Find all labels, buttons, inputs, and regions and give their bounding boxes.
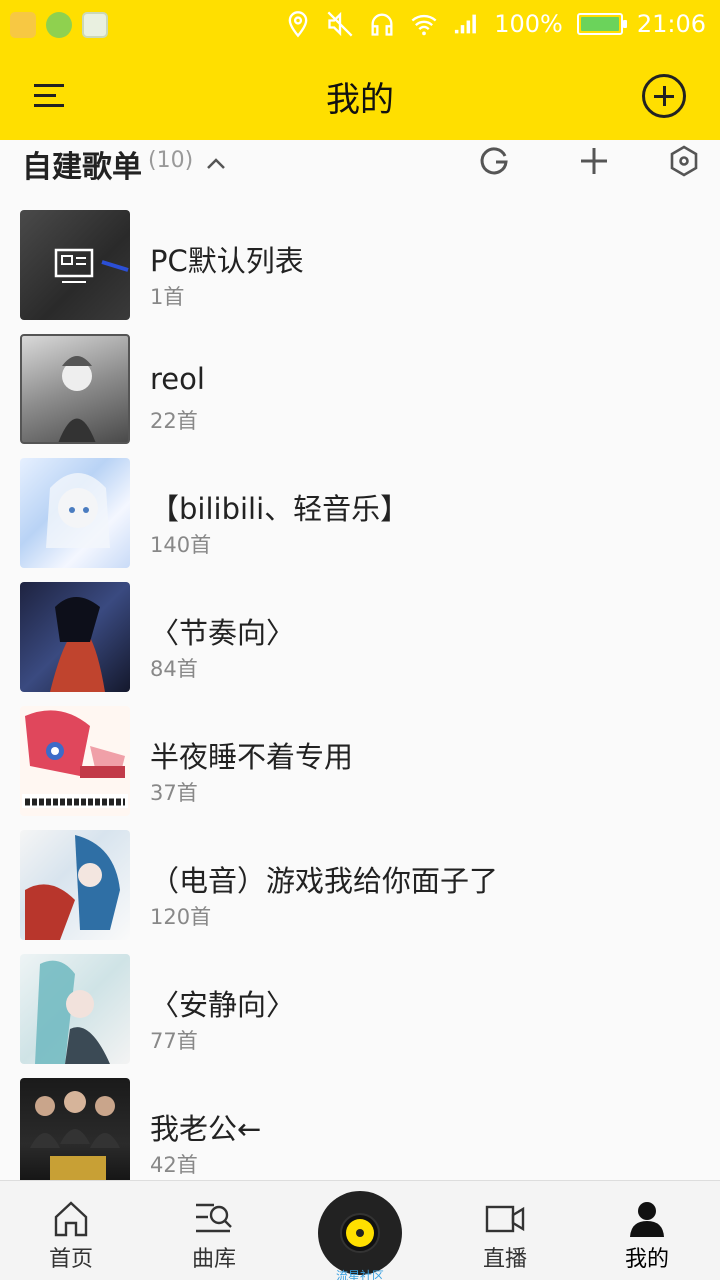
playlist-item[interactable]: 我老公← 42首 — [0, 1066, 720, 1190]
playlist-cover — [20, 954, 130, 1064]
wifi-icon — [411, 14, 437, 36]
mute-icon — [327, 11, 353, 37]
playlist-count: 37首 — [150, 781, 198, 805]
notification-app-icon — [82, 12, 108, 38]
nav-live-label: 直播 — [482, 1247, 527, 1272]
profile-icon — [630, 1202, 664, 1237]
playlist-cover — [20, 210, 130, 320]
playlist-count: 120首 — [150, 905, 212, 929]
page-title: 我的 — [326, 80, 394, 120]
playlist-count: 22首 — [150, 409, 198, 433]
video-camera-icon — [485, 1205, 525, 1233]
clock: 21:06 — [636, 10, 706, 38]
bottom-navigation: 首页 曲库 流星社区 直播 我的 — [0, 1180, 720, 1280]
playlist-name: PC默认列表 — [150, 244, 304, 278]
nav-home-label: 首页 — [48, 1247, 93, 1272]
playlist-count: 77首 — [150, 1029, 198, 1053]
settings-icon[interactable] — [667, 144, 701, 178]
playlist-name: 〈节奏向〉 — [150, 616, 296, 650]
playlist-item[interactable]: （电音）游戏我给你面子了 120首 — [0, 818, 720, 942]
playlist-item[interactable]: 半夜睡不着专用 37首 — [0, 694, 720, 818]
nav-library[interactable]: 曲库 — [159, 1181, 269, 1280]
playlist-item[interactable]: 〈节奏向〉 84首 — [0, 570, 720, 694]
notification-app-icon — [10, 12, 36, 38]
playlist-name: reol — [150, 362, 205, 396]
status-bar: 100% 21:06 — [0, 0, 720, 52]
section-count: (10) — [148, 148, 194, 173]
playlist-count: 84首 — [150, 657, 198, 681]
nav-live[interactable]: 直播 — [450, 1181, 560, 1280]
playlist-cover — [20, 1078, 130, 1188]
playlist-section-header: 自建歌单 (10) — [0, 140, 720, 190]
battery-icon — [576, 13, 627, 35]
location-icon — [288, 11, 308, 38]
nav-library-label: 曲库 — [191, 1247, 236, 1272]
notification-app-icon — [46, 12, 72, 38]
home-icon — [54, 1201, 88, 1237]
nav-home[interactable]: 首页 — [16, 1181, 126, 1280]
playlist-name: 【bilibili、轻音乐】 — [150, 492, 410, 526]
playlist-item[interactable]: 〈安静向〉 77首 — [0, 942, 720, 1066]
section-title: 自建歌单 — [22, 150, 142, 185]
anime-illustration-icon — [50, 597, 105, 692]
playlist-item[interactable]: PC默认列表 1首 — [0, 198, 720, 322]
playlist-name: 我老公← — [150, 1112, 262, 1146]
album-photo-icon — [30, 1091, 120, 1182]
chevron-up-icon[interactable] — [206, 154, 226, 174]
playlist-cover — [20, 334, 130, 444]
anime-illustration-icon — [22, 710, 128, 808]
playlist-item[interactable]: reol 22首 — [0, 322, 720, 446]
plus-icon[interactable] — [577, 144, 611, 178]
playlist-count: 42首 — [150, 1153, 198, 1177]
import-icon[interactable] — [478, 144, 512, 178]
anime-illustration-icon — [25, 835, 120, 940]
playlist-count: 1首 — [150, 285, 185, 309]
playlist-name: 〈安静向〉 — [150, 988, 296, 1022]
playlist-name: 半夜睡不着专用 — [150, 740, 354, 774]
app-header: 我的 — [0, 52, 720, 140]
anime-illustration-icon — [35, 960, 110, 1064]
headphones-icon — [371, 13, 393, 36]
playlist-item[interactable]: 【bilibili、轻音乐】 140首 — [0, 446, 720, 570]
playlist-name: （电音）游戏我给你面子了 — [150, 864, 499, 898]
computer-icon — [54, 248, 129, 283]
playlist-cover — [20, 830, 130, 940]
now-playing-disc[interactable] — [318, 1191, 402, 1275]
playlist-count: 140首 — [150, 533, 212, 557]
nav-mine[interactable]: 我的 — [592, 1181, 702, 1280]
top-bar: 100% 21:06 我的 — [0, 0, 720, 140]
anime-illustration-icon — [58, 356, 96, 442]
playlist-cover — [20, 706, 130, 816]
playlist-cover — [20, 582, 130, 692]
battery-percent: 100% — [494, 10, 563, 38]
community-label: 流星社区 — [335, 1269, 384, 1280]
nav-mine-label: 我的 — [624, 1247, 669, 1272]
signal-icon — [455, 14, 477, 34]
library-search-icon — [196, 1203, 232, 1233]
anime-illustration-icon — [46, 473, 110, 548]
playlist-cover — [20, 458, 130, 568]
add-circle-icon[interactable] — [642, 74, 686, 118]
